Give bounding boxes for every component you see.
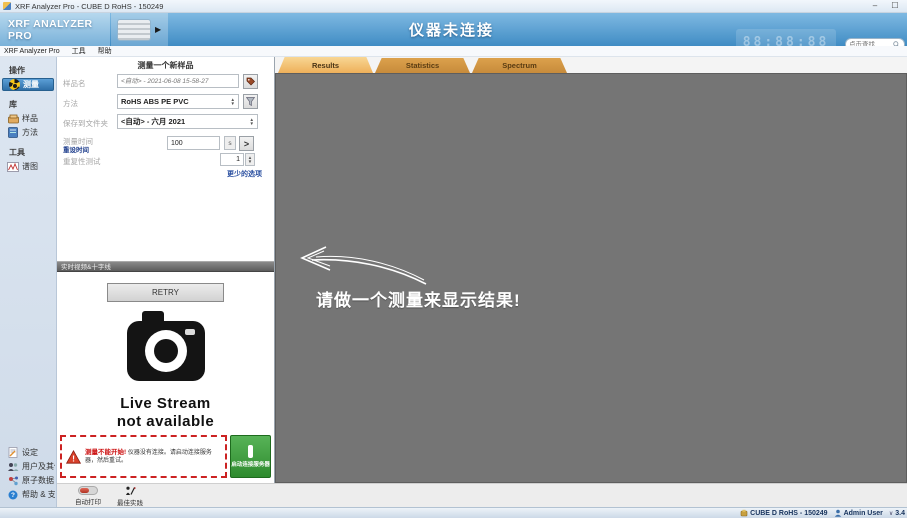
- app-header: XRF ANALYZER PRO ▶ 仪器未连接 88:88:88: [0, 13, 907, 46]
- sidebar-item-help[interactable]: ? 帮助 & 支持: [2, 488, 55, 501]
- status-bar: CUBE D RoHS - 150249 Admin User ∨ 3.4: [0, 507, 907, 518]
- sample-tag-button[interactable]: [243, 74, 258, 89]
- reset-time-link[interactable]: 重设时间: [63, 144, 89, 154]
- live-video-header[interactable]: 实时视频&十字线: [57, 261, 274, 272]
- spinner-arrows-icon[interactable]: ▲▼: [231, 98, 235, 106]
- method-label: 方法: [63, 98, 78, 109]
- status-user[interactable]: Admin User: [834, 509, 883, 517]
- fewer-options-link[interactable]: 更少的选项: [227, 169, 262, 179]
- menu-app[interactable]: XRF Analyzer Pro: [0, 46, 66, 57]
- expand-arrow-icon[interactable]: ▶: [155, 25, 161, 34]
- radiation-icon: [8, 79, 20, 90]
- chevron-down-icon: ∨: [889, 510, 893, 517]
- svg-text:?: ?: [11, 492, 15, 499]
- help-icon: ?: [7, 489, 19, 500]
- sketch-arrow-icon: [296, 244, 431, 289]
- time-unit-box: s: [224, 136, 236, 150]
- stream-unavailable-message: Live Stream not available: [57, 395, 274, 431]
- sidebar-item-samples[interactable]: 样品: [2, 112, 54, 125]
- toggle-icon[interactable]: [78, 486, 98, 495]
- tab-results[interactable]: Results: [278, 57, 373, 73]
- sidebar-item-methods[interactable]: 方法: [2, 126, 54, 139]
- funnel-icon: [246, 97, 255, 106]
- minimize-button[interactable]: –: [865, 0, 885, 12]
- instrument-thumbnail[interactable]: ▶: [111, 13, 168, 46]
- status-version: ∨ 3.4: [889, 510, 905, 517]
- spectrum-chart-icon: [7, 161, 19, 172]
- window-title: XRF Analyzer Pro - CUBE D RoHS - 150249: [15, 2, 163, 11]
- sidebar-item-settings[interactable]: 设定: [2, 446, 55, 459]
- sidebar-section-library: 库: [9, 99, 56, 110]
- measure-panel: 测量一个新样品 样品名 方法 RoHS ABS PE PVC ▲▼ 保存到文件夹…: [57, 57, 275, 483]
- sidebar-item-users[interactable]: 用户及其他: [2, 460, 55, 473]
- sample-tray-icon: [7, 113, 19, 124]
- auto-print-toggle[interactable]: 自动打印: [75, 486, 101, 506]
- tag-icon: [246, 77, 255, 86]
- sidebar-section-tools: 工具: [9, 147, 56, 158]
- title-bar: XRF Analyzer Pro - CUBE D RoHS - 150249 …: [0, 0, 907, 13]
- sidebar-item-spectrum[interactable]: 谱图: [2, 160, 54, 173]
- connection-status: 仪器未连接: [168, 13, 735, 46]
- sidebar: 操作 测量 库 样品 方法 工具 谱图: [0, 57, 57, 507]
- bottom-toolbar: 自动打印 最佳实践: [57, 483, 907, 507]
- retry-button[interactable]: RETRY: [107, 283, 224, 302]
- svg-text:!: !: [72, 453, 75, 463]
- tab-spectrum[interactable]: Spectrum: [472, 58, 567, 73]
- status-device: CUBE D RoHS - 150249: [740, 509, 827, 517]
- users-icon: [7, 461, 19, 472]
- method-book-icon: [7, 127, 19, 138]
- app-window: XRF Analyzer Pro - CUBE D RoHS - 150249 …: [0, 0, 907, 518]
- device-icon: [740, 509, 748, 517]
- best-practice-button[interactable]: 最佳实践: [117, 486, 143, 507]
- folder-dropdown[interactable]: <自动> - 六月 2021 ▲▼: [117, 114, 258, 129]
- method-filter-button[interactable]: [243, 94, 258, 109]
- sidebar-item-atomic-data[interactable]: 原子数据: [2, 474, 55, 487]
- sample-name-input[interactable]: [117, 74, 239, 88]
- time-extend-button[interactable]: >: [239, 136, 254, 151]
- maximize-button[interactable]: ☐: [885, 0, 905, 12]
- power-bar-icon: [248, 445, 253, 458]
- instrument-image: [117, 19, 151, 41]
- spinner-arrows-icon[interactable]: ▲▼: [250, 118, 254, 126]
- repeat-label: 重复性测试: [63, 156, 101, 167]
- repeat-stepper[interactable]: ▲▼: [245, 153, 255, 166]
- app-logo: XRF ANALYZER PRO: [0, 13, 110, 46]
- user-icon: [834, 509, 842, 517]
- tab-statistics[interactable]: Statistics: [375, 58, 470, 73]
- measure-time-input[interactable]: [167, 136, 220, 150]
- menu-tools[interactable]: 工具: [66, 46, 92, 57]
- spinner-arrows-icon: ▲▼: [248, 156, 252, 164]
- menu-help[interactable]: 帮助: [92, 46, 118, 57]
- results-empty-area: 请做一个测量来显示结果!: [275, 73, 907, 483]
- measure-warning-box: ! 测量不能开始! 仪器没有连接。请启动连接服务器，然后重试。: [60, 435, 227, 478]
- molecule-icon: [7, 475, 19, 486]
- folder-label: 保存到文件夹: [63, 118, 108, 129]
- measure-panel-title: 测量一个新样品: [57, 60, 274, 71]
- sidebar-item-measure[interactable]: 测量: [2, 78, 54, 91]
- warning-icon: !: [66, 450, 81, 464]
- best-practice-icon: [125, 486, 136, 496]
- sample-name-label: 样品名: [63, 78, 86, 89]
- results-panel: Results Statistics Spectrum 请做一个测量来显示结果!: [275, 57, 907, 483]
- warning-message: 测量不能开始! 仪器没有连接。请启动连接服务器，然后重试。: [85, 449, 221, 465]
- menu-bar: XRF Analyzer Pro 工具 帮助: [0, 46, 907, 57]
- repeat-count-input[interactable]: 1: [220, 153, 244, 166]
- start-server-button[interactable]: 启动连接服务器: [230, 435, 271, 478]
- app-icon: [3, 2, 11, 10]
- camera-icon: [122, 307, 210, 398]
- settings-icon: [7, 447, 19, 458]
- empty-results-message: 请做一个测量来显示结果!: [316, 286, 521, 311]
- sidebar-section-operation: 操作: [9, 65, 56, 76]
- method-dropdown[interactable]: RoHS ABS PE PVC ▲▼: [117, 94, 239, 109]
